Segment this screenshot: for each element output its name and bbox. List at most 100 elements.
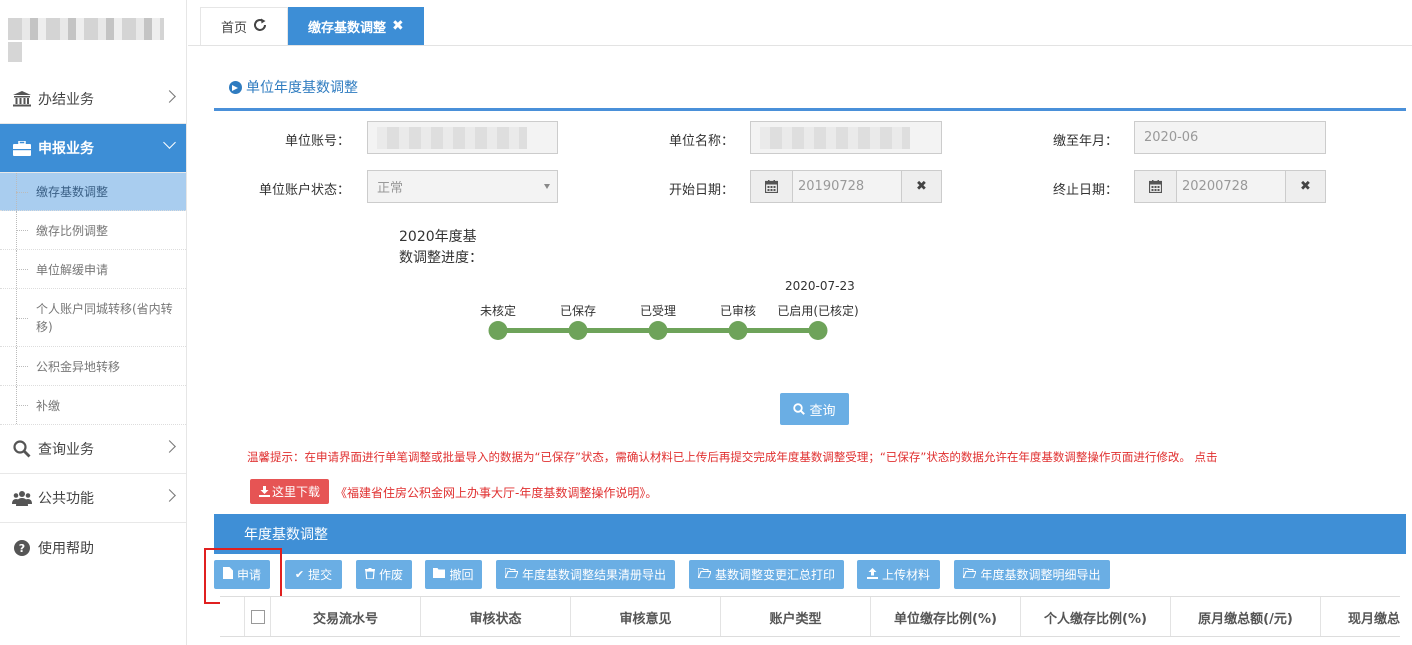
submenu-item-ratio-adjust[interactable]: 缴存比例调整 xyxy=(0,211,186,250)
unit-name-label: 单位名称： xyxy=(668,134,734,149)
table-header: 交易流水号 审核状态 审核意见 账户类型 单位缴存比例(%) 个人缴存比例(%)… xyxy=(220,596,1400,645)
submenu-item-deferral-application[interactable]: 单位解缓申请 xyxy=(0,250,186,289)
print-summary-label: 基数调整变更汇总打印 xyxy=(714,568,835,582)
select-all-checkbox-cell xyxy=(245,597,271,637)
column-header[interactable]: 账户类型 xyxy=(721,597,871,637)
caret-down-icon xyxy=(544,184,550,189)
void-button-label: 作废 xyxy=(378,568,403,582)
blurred-value xyxy=(377,126,527,149)
submit-button[interactable]: ✔ 提交 xyxy=(285,560,342,589)
clear-icon[interactable]: ✖ xyxy=(901,171,941,202)
help-icon: ? xyxy=(12,538,32,558)
folder-open-icon xyxy=(504,567,519,581)
folder-icon xyxy=(433,568,446,581)
download-button[interactable]: 这里下载 xyxy=(250,479,329,504)
sidebar-item-completed-business[interactable]: 办结业务 xyxy=(0,75,186,124)
sidebar-item-label: 办结业务 xyxy=(38,92,94,108)
progress-step-dot xyxy=(808,321,828,340)
apply-button-label: 申请 xyxy=(236,568,261,582)
query-button[interactable]: 查询 xyxy=(780,393,849,425)
account-status-select[interactable]: 正常 xyxy=(367,170,558,203)
submenu-item-remote-transfer[interactable]: 公积金异地转移 xyxy=(0,347,186,386)
tab-home[interactable]: 首页 xyxy=(200,7,289,45)
section-title: 单位年度基数调整 xyxy=(229,77,358,97)
account-no-field[interactable] xyxy=(367,121,558,154)
submenu-label: 单位解缓申请 xyxy=(36,262,109,277)
chevron-right-icon xyxy=(163,440,176,453)
end-date-picker[interactable]: 20200728 ✖ xyxy=(1134,170,1326,203)
column-header[interactable]: 原月缴总额(/元) xyxy=(1171,597,1321,637)
sidebar-item-query-business[interactable]: 查询业务 xyxy=(0,425,186,474)
paid-until-value: 2020-06 xyxy=(1144,130,1199,145)
upload-materials-label: 上传材料 xyxy=(881,568,930,582)
submenu-label: 缴存基数调整 xyxy=(36,185,109,199)
column-header[interactable]: 审核状态 xyxy=(421,597,571,637)
print-summary-button[interactable]: 基数调整变更汇总打印 xyxy=(689,560,844,589)
sidebar-item-help[interactable]: ? 使用帮助 xyxy=(0,523,186,572)
progress-step-dot xyxy=(648,321,668,340)
upload-materials-button[interactable]: 上传材料 xyxy=(857,560,940,589)
paid-until-field[interactable]: 2020-06 xyxy=(1134,121,1326,154)
sidebar-item-label: 使用帮助 xyxy=(38,540,94,557)
refresh-icon[interactable] xyxy=(253,18,267,36)
export-result-list-label: 年度基数调整结果清册导出 xyxy=(521,568,666,582)
account-status-label: 单位账户状态： xyxy=(258,183,350,198)
blurred-value xyxy=(760,126,910,149)
apply-button[interactable]: 申请 xyxy=(214,560,270,589)
column-header[interactable]: 审核意见 xyxy=(571,597,721,637)
column-header[interactable]: 单位缴存比例(%) xyxy=(871,597,1021,637)
search-icon xyxy=(793,403,806,415)
export-result-list-button[interactable]: 年度基数调整结果清册导出 xyxy=(496,560,675,589)
withdraw-button[interactable]: 撤回 xyxy=(425,560,482,589)
column-header[interactable]: 个人缴存比例(%) xyxy=(1021,597,1171,637)
trash-icon xyxy=(364,567,375,582)
panel-header: 年度基数调整 xyxy=(214,514,1406,554)
table-header-divider xyxy=(220,636,1400,637)
progress-step-label: 未核定 xyxy=(479,304,517,318)
sidebar-item-declaration-business[interactable]: 申报业务 xyxy=(0,124,186,173)
export-detail-label: 年度基数调整明细导出 xyxy=(980,568,1101,582)
users-icon xyxy=(12,488,32,508)
start-date-picker[interactable]: 20190728 ✖ xyxy=(750,170,942,203)
logo-blurred-text xyxy=(8,18,164,40)
select-all-checkbox[interactable] xyxy=(250,610,265,624)
end-date-label: 终止日期： xyxy=(1052,183,1118,198)
submenu-item-supplement-payment[interactable]: 补缴 xyxy=(0,386,186,425)
tab-label: 首页 xyxy=(221,21,248,36)
calendar-icon[interactable] xyxy=(751,171,793,202)
account-status-value: 正常 xyxy=(377,181,404,196)
progress-step-label: 已启用(已核定) xyxy=(777,304,859,318)
download-button-label: 这里下载 xyxy=(271,485,320,499)
column-header[interactable]: 现月缴总 xyxy=(1321,597,1400,637)
chevron-right-icon xyxy=(163,489,176,502)
check-icon: ✔ xyxy=(294,568,305,581)
sidebar-item-public-functions[interactable]: 公共功能 xyxy=(0,474,186,523)
submenu-item-city-transfer[interactable]: 个人账户同城转移(省内转移) xyxy=(0,289,186,347)
sidebar: 办结业务 申报业务 缴存基数调整 缴存比例调整 单位解缓申请 个人账户同城转移(… xyxy=(0,0,187,645)
export-detail-button[interactable]: 年度基数调整明细导出 xyxy=(954,560,1110,589)
progress-step-label: 已受理 xyxy=(639,304,677,318)
tab-base-adjust[interactable]: 缴存基数调整 ✖ xyxy=(288,7,424,45)
column-header[interactable]: 交易流水号 xyxy=(271,597,421,637)
chevron-down-icon xyxy=(163,136,176,149)
briefcase-icon xyxy=(12,138,32,158)
sidebar-item-label: 查询业务 xyxy=(38,442,94,458)
chevron-right-icon xyxy=(163,90,176,103)
section-title-text: 单位年度基数调整 xyxy=(246,80,358,96)
start-date-input[interactable]: 20190728 xyxy=(793,171,901,202)
panel-title: 年度基数调整 xyxy=(244,527,328,543)
table-header-spacer xyxy=(220,597,245,637)
end-date-input[interactable]: 20200728 xyxy=(1177,171,1285,202)
upload-icon xyxy=(866,567,878,582)
clear-icon[interactable]: ✖ xyxy=(1285,171,1325,202)
void-button[interactable]: 作废 xyxy=(356,560,412,589)
instructions-link[interactable]: 《福建省住房公积金网上办事大厅-年度基数调整操作说明》。 xyxy=(335,484,657,501)
progress-label: 2020年度基数调整进度： xyxy=(399,229,483,266)
submenu-item-base-adjust[interactable]: 缴存基数调整 xyxy=(0,173,186,211)
close-icon[interactable]: ✖ xyxy=(392,18,404,34)
calendar-icon[interactable] xyxy=(1135,171,1177,202)
progress-date: 2020-07-23 xyxy=(785,279,855,293)
unit-name-field[interactable] xyxy=(750,121,942,154)
submenu-label: 缴存比例调整 xyxy=(36,223,109,238)
tab-bar: 首页 缴存基数调整 ✖ xyxy=(200,7,424,45)
